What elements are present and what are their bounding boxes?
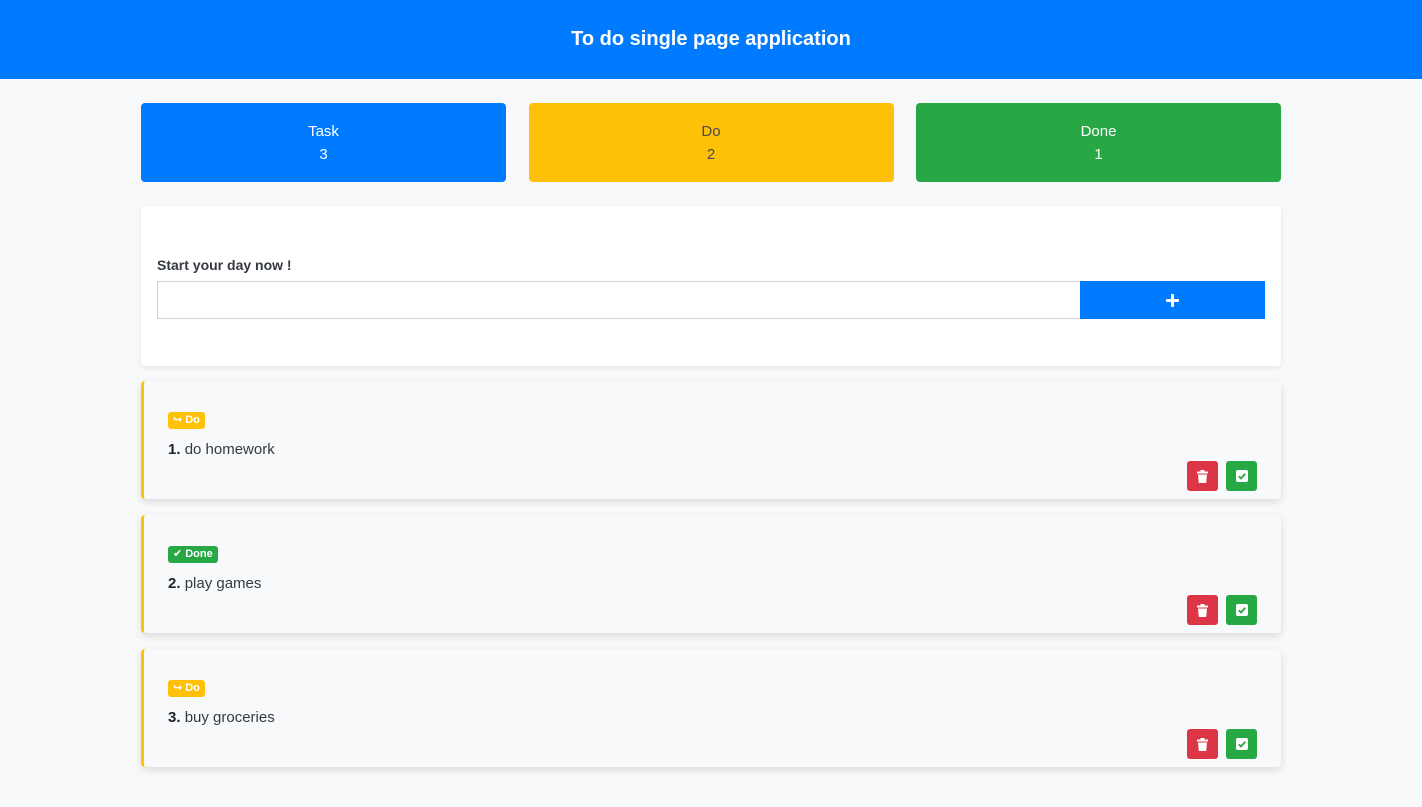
sign-in-icon: ↪: [173, 414, 183, 426]
task-item: ↪ Do 3. buy groceries: [141, 649, 1281, 767]
done-count-value: 1: [1094, 145, 1103, 163]
app-title: To do single page application: [571, 28, 851, 50]
task-text: 3. buy groceries: [168, 709, 1257, 726]
task-count-value: 3: [319, 145, 328, 163]
sign-in-icon: ↪: [173, 682, 183, 694]
check-square-icon: [1235, 738, 1248, 750]
task-label: play games: [184, 575, 262, 592]
app-header: To do single page application: [0, 0, 1422, 79]
trash-icon: [1197, 469, 1208, 483]
done-count-card: Done 1: [916, 103, 1281, 182]
task-label: buy groceries: [184, 709, 275, 726]
trash-icon: [1197, 603, 1208, 617]
task-actions: [1187, 461, 1257, 491]
done-count-label: Done: [1080, 122, 1117, 140]
add-task-label: Start your day now !: [157, 257, 292, 273]
complete-task-button[interactable]: [1226, 729, 1257, 759]
add-task-button[interactable]: [1080, 281, 1265, 319]
status-badge: ✔ Done: [168, 546, 218, 563]
do-count-value: 2: [706, 145, 716, 163]
do-count-card: Do 2: [528, 103, 894, 182]
status-badge-label: Do: [185, 682, 200, 694]
complete-task-button[interactable]: [1226, 461, 1257, 491]
delete-task-button[interactable]: [1187, 729, 1218, 759]
task-actions: [1187, 595, 1257, 625]
task-list: ↪ Do 1. do homework ✔ Done 2. play games…: [141, 381, 1281, 767]
task-input[interactable]: [157, 281, 1080, 319]
task-number: 1.: [168, 441, 181, 458]
task-item: ↪ Do 1. do homework: [141, 381, 1281, 499]
status-badge-label: Do: [185, 414, 200, 426]
task-label: do homework: [184, 441, 275, 458]
do-count-label: Do: [701, 122, 721, 140]
check-square-icon: [1235, 604, 1248, 616]
add-task-form: Start your day now !: [141, 206, 1281, 366]
check-icon: ✔: [173, 548, 183, 560]
plus-icon: [1166, 293, 1179, 307]
task-text: 1. do homework: [168, 441, 1257, 458]
status-badge: ↪ Do: [168, 680, 205, 697]
status-badge-label: Done: [185, 548, 213, 560]
stats-row: Task 3 Do 2 Done 1: [141, 103, 1281, 182]
task-number: 3.: [168, 709, 181, 726]
delete-task-button[interactable]: [1187, 595, 1218, 625]
task-text: 2. play games: [168, 575, 1257, 592]
task-count-label: Task: [308, 122, 339, 140]
task-actions: [1187, 729, 1257, 759]
task-number: 2.: [168, 575, 181, 592]
complete-task-button[interactable]: [1226, 595, 1257, 625]
add-task-input-row: [157, 281, 1265, 319]
task-item: ✔ Done 2. play games: [141, 515, 1281, 633]
status-badge: ↪ Do: [168, 412, 205, 429]
trash-icon: [1197, 737, 1208, 751]
main-container: Task 3 Do 2 Done 1 Start your day now ! …: [141, 103, 1281, 767]
task-count-card: Task 3: [141, 103, 506, 182]
delete-task-button[interactable]: [1187, 461, 1218, 491]
check-square-icon: [1235, 470, 1248, 482]
